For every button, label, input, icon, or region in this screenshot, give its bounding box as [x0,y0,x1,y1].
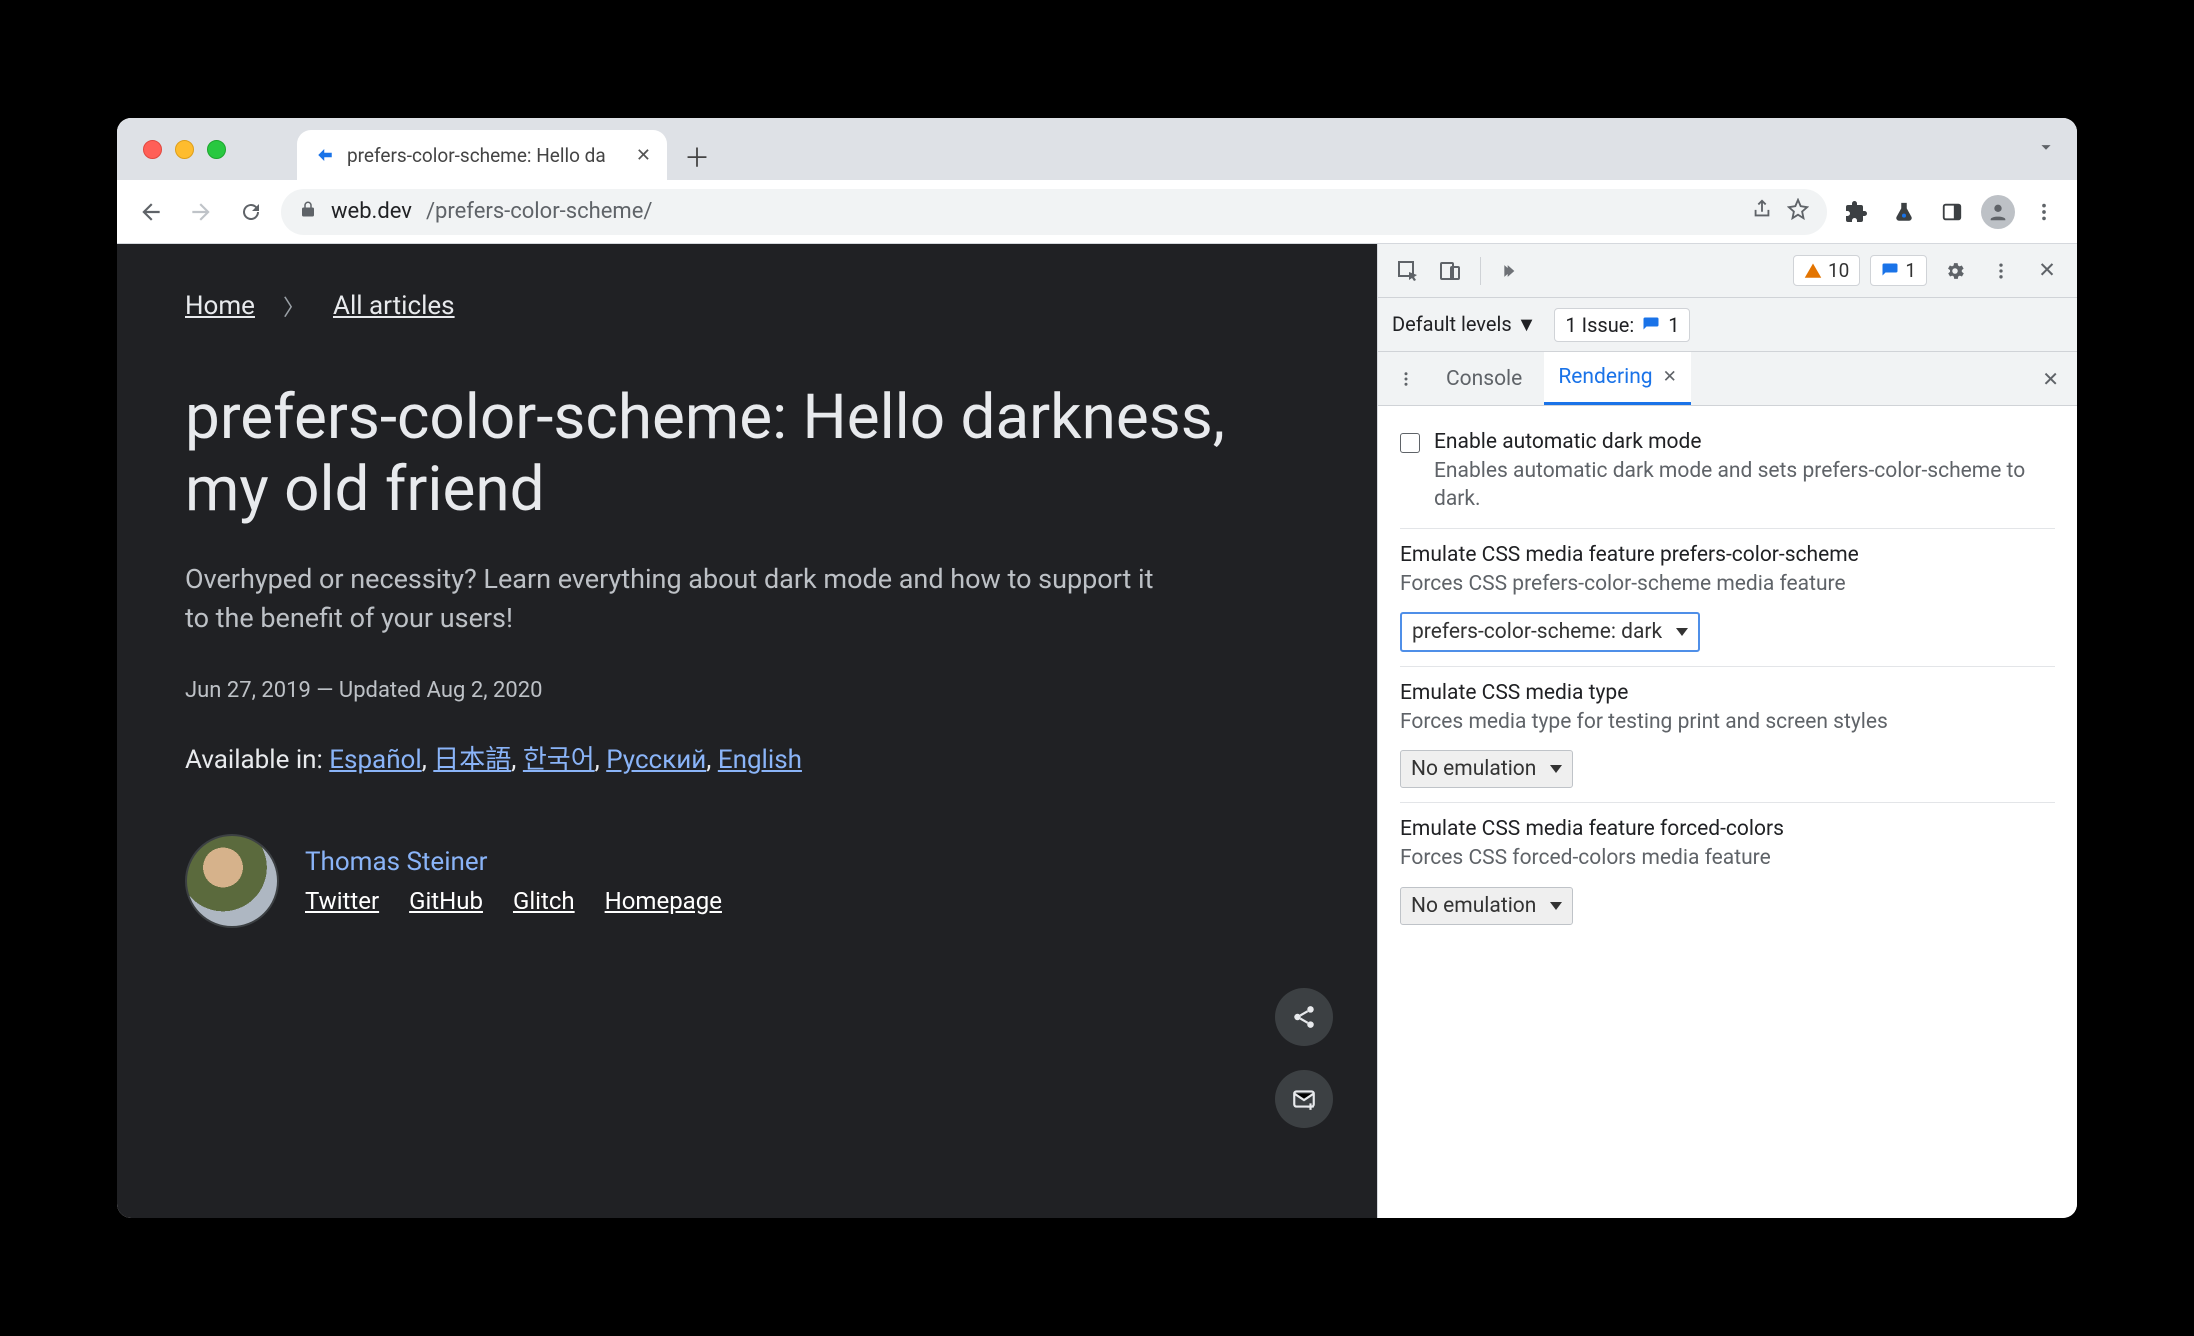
emulate-pcs-select[interactable]: prefers-color-scheme: dark [1400,612,1700,652]
chevron-right-icon: 〉 [283,290,305,322]
caret-down-icon [1550,902,1562,910]
rendering-pane: Enable automatic dark mode Enables autom… [1378,406,2077,1218]
drawer-tab-close-icon[interactable]: ✕ [1663,367,1677,387]
auto-dark-mode-desc: Enables automatic dark mode and sets pre… [1434,457,2055,514]
toolbar-icons [1837,193,2063,231]
breadcrumb-home[interactable]: Home [185,291,255,321]
devtools-close-icon[interactable]: ✕ [2029,253,2065,289]
log-levels-selector[interactable]: Default levels ▼ [1392,312,1536,337]
warnings-badge[interactable]: 10 [1793,255,1860,286]
page-title: prefers-color-scheme: Hello darkness, my… [185,382,1309,526]
drawer-menu-icon[interactable] [1388,361,1424,397]
breadcrumb: Home 〉 All articles [185,290,1309,322]
nav-toolbar: web.dev/prefers-color-scheme/ [117,180,2077,244]
window-controls [143,140,226,159]
emulate-media-select[interactable]: No emulation [1400,750,1573,788]
more-panels-icon[interactable] [1493,253,1529,289]
page-subheading: Overhyped or necessity? Learn everything… [185,560,1165,638]
floating-actions [1275,988,1333,1128]
devtools-panel: 10 1 ✕ Default leve [1377,244,2077,1218]
lang-en[interactable]: English [718,745,802,775]
author-link-twitter[interactable]: Twitter [305,887,379,915]
panel-icon[interactable] [1933,193,1971,231]
emulate-forced-colors-desc: Forces CSS forced-colors media feature [1400,844,2055,872]
tab-title: prefers-color-scheme: Hello da [347,144,626,167]
author-link-glitch[interactable]: Glitch [513,887,575,915]
close-window-button[interactable] [143,140,162,159]
profile-avatar[interactable] [1981,195,2015,229]
url-path: /prefers-color-scheme/ [426,199,652,224]
browser-window: prefers-color-scheme: Hello da ✕ ＋ web.d… [117,118,2077,1218]
auto-dark-mode-checkbox[interactable] [1400,433,1420,453]
lock-icon [299,200,317,223]
devtools-top-bar: 10 1 ✕ [1378,244,2077,298]
flask-icon[interactable] [1885,193,1923,231]
issues-pill[interactable]: 1 Issue: 1 [1554,308,1690,342]
info-count: 1 [1905,259,1916,282]
author-row: Thomas Steiner Twitter GitHub Glitch Hom… [185,834,1309,928]
new-tab-button[interactable]: ＋ [677,136,717,176]
minimize-window-button[interactable] [175,140,194,159]
author-name: Thomas Steiner [305,847,722,877]
lang-es[interactable]: Español [329,745,421,775]
warnings-count: 10 [1828,259,1849,282]
devtools-menu-icon[interactable] [1983,253,2019,289]
tab-favicon [313,143,337,167]
share-button[interactable] [1275,988,1333,1046]
breadcrumb-all-articles[interactable]: All articles [333,291,455,321]
info-badge[interactable]: 1 [1870,255,1927,286]
languages-row: Available in: Español, 日本語, 한국어, Русский… [185,739,1309,776]
url-domain: web.dev [331,199,412,224]
bookmark-icon[interactable] [1787,198,1809,226]
author-link-homepage[interactable]: Homepage [605,887,722,915]
caret-down-icon [1550,765,1562,773]
author-links: Twitter GitHub Glitch Homepage [305,887,722,915]
devtools-settings-icon[interactable] [1937,253,1973,289]
address-bar[interactable]: web.dev/prefers-color-scheme/ [281,189,1827,235]
drawer-close-icon[interactable]: ✕ [2042,367,2067,391]
emulate-media-title: Emulate CSS media type [1400,681,2055,705]
emulate-pcs-title: Emulate CSS media feature prefers-color-… [1400,543,2055,567]
content-row: Home 〉 All articles prefers-color-scheme… [117,244,2077,1218]
browser-tab[interactable]: prefers-color-scheme: Hello da ✕ [297,130,667,180]
drawer-tab-rendering[interactable]: Rendering ✕ [1544,352,1691,405]
page-dates: Jun 27, 2019 — Updated Aug 2, 2020 [185,678,1309,703]
share-icon[interactable] [1751,198,1773,226]
device-toggle-icon[interactable] [1432,253,1468,289]
devtools-drawer-tabs: Console Rendering ✕ ✕ [1378,352,2077,406]
page-content: Home 〉 All articles prefers-color-scheme… [117,244,1377,1218]
reload-button[interactable] [231,192,271,232]
maximize-window-button[interactable] [207,140,226,159]
inspect-icon[interactable] [1390,253,1426,289]
lang-ru[interactable]: Русский [606,745,706,775]
forward-button[interactable] [181,192,221,232]
emulate-media-desc: Forces media type for testing print and … [1400,708,2055,736]
author-avatar[interactable] [185,834,279,928]
devtools-filter-row: Default levels ▼ 1 Issue: 1 [1378,298,2077,352]
lang-ko[interactable]: 한국어 [523,745,595,775]
subscribe-button[interactable] [1275,1070,1333,1128]
tab-strip: prefers-color-scheme: Hello da ✕ ＋ [117,118,2077,180]
browser-menu-icon[interactable] [2025,193,2063,231]
tab-close-button[interactable]: ✕ [636,145,651,166]
drawer-tab-console[interactable]: Console [1432,352,1536,405]
emulate-pcs-desc: Forces CSS prefers-color-scheme media fe… [1400,570,2055,598]
caret-down-icon [1676,628,1688,636]
back-button[interactable] [131,192,171,232]
author-link-github[interactable]: GitHub [409,887,483,915]
lang-ja[interactable]: 日本語 [433,745,511,775]
languages-label: Available in: [185,745,323,775]
auto-dark-mode-title: Enable automatic dark mode [1434,430,2055,454]
extensions-icon[interactable] [1837,193,1875,231]
emulate-forced-colors-title: Emulate CSS media feature forced-colors [1400,817,2055,841]
tabs-dropdown-button[interactable] [2035,136,2057,163]
emulate-forced-colors-select[interactable]: No emulation [1400,887,1573,925]
